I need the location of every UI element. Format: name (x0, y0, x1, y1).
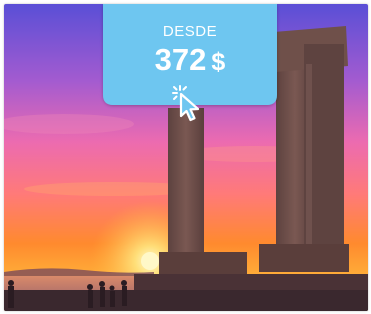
price-amount: 372 (154, 42, 207, 77)
click-pointer-icon (172, 85, 200, 122)
price-currency: $ (211, 48, 226, 76)
price-badge[interactable]: DESDE 372 $ (103, 4, 277, 122)
price-label: DESDE (162, 23, 218, 40)
price-value: 372 $ (103, 42, 277, 80)
destination-card[interactable]: DESDE 372 $ (4, 4, 368, 311)
